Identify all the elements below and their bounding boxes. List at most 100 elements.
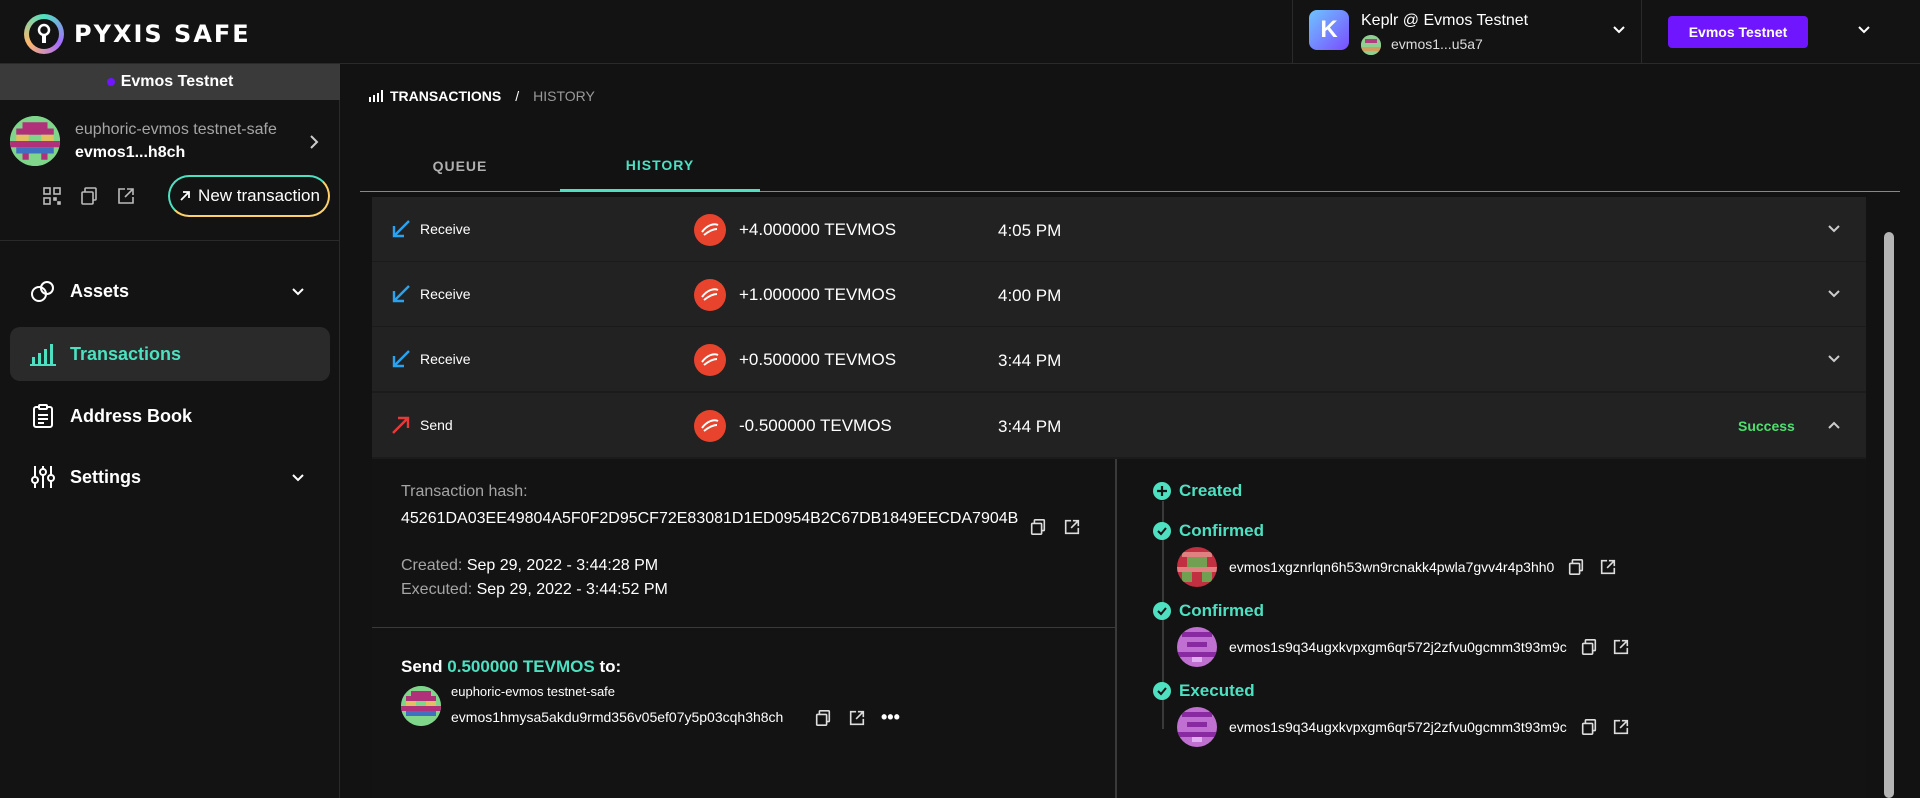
copy-icon[interactable] xyxy=(1579,637,1599,657)
breadcrumb-page: HISTORY xyxy=(533,88,595,104)
external-link-icon[interactable] xyxy=(116,186,136,211)
sidebar-item-label: Settings xyxy=(70,466,142,487)
sidebar-item-label: Assets xyxy=(70,280,130,301)
external-link-icon[interactable] xyxy=(1598,557,1618,577)
sidebar-item-label: Address Book xyxy=(70,405,193,426)
external-link-icon[interactable] xyxy=(1611,637,1631,657)
timeline-label: Created xyxy=(1179,481,1243,500)
copy-icon[interactable] xyxy=(1579,717,1599,737)
qr-code-icon[interactable] xyxy=(42,186,62,211)
transaction-timeline: Created Confirmed evmos1xgznrlqn6h53wn9r… xyxy=(1119,459,1866,798)
safe-avatar xyxy=(10,116,60,166)
sidebar-item-assets[interactable]: Assets xyxy=(10,264,330,318)
timeline-step-created: Created xyxy=(1153,481,1242,501)
safe-name: euphoric-evmos testnet-safe xyxy=(75,121,277,138)
transaction-row[interactable]: Receive +0.500000 TEVMOS 3:44 PM xyxy=(372,327,1866,392)
wallet-name: Keplr @ Evmos Testnet xyxy=(1361,12,1529,29)
tab-queue[interactable]: QUEUE xyxy=(360,140,560,192)
new-transaction-button[interactable]: New transaction xyxy=(168,175,330,217)
top-bar: PYXIS SAFE K Keplr @ Evmos Testnet evmos… xyxy=(0,0,1920,64)
chevron-down-icon[interactable] xyxy=(1611,22,1627,43)
chevron-down-icon[interactable] xyxy=(1856,22,1872,43)
detail-divider xyxy=(372,627,1117,628)
timeline-label: Confirmed xyxy=(1179,521,1264,540)
check-icon xyxy=(1153,602,1171,620)
transaction-detail: Transaction hash: 45261DA03EE49804A5F0F2… xyxy=(372,459,1866,798)
copy-icon[interactable] xyxy=(1028,517,1048,537)
timeline-step-confirmed: Confirmed xyxy=(1153,521,1264,541)
safe-address: evmos1...h8ch xyxy=(75,144,186,161)
transaction-time: 3:44 PM xyxy=(998,417,1062,436)
avatar xyxy=(401,686,441,726)
executed-value: Sep 29, 2022 - 3:44:52 PM xyxy=(476,581,668,598)
transaction-row[interactable]: Receive +1.000000 TEVMOS 4:00 PM xyxy=(372,262,1866,327)
external-link-icon[interactable] xyxy=(1062,517,1082,537)
network-banner: Evmos Testnet xyxy=(0,64,340,100)
tab-history[interactable]: HISTORY xyxy=(560,140,760,192)
transaction-row[interactable]: Receive +4.000000 TEVMOS 4:05 PM xyxy=(372,197,1866,262)
created-time: Created: Sep 29, 2022 - 3:44:28 PM xyxy=(401,557,658,575)
sidebar-item-settings[interactable]: Settings xyxy=(10,450,330,504)
timeline-step-confirmed: Confirmed xyxy=(1153,601,1264,621)
owner-address: evmos1s9q34ugxkvpxgm6qr572j2zfvu0gcmm3t9… xyxy=(1229,639,1567,655)
timeline-label: Executed xyxy=(1179,681,1255,700)
chevron-right-icon[interactable] xyxy=(308,134,320,155)
external-link-icon[interactable] xyxy=(847,708,867,728)
tab-bar: QUEUE HISTORY xyxy=(360,140,1900,192)
created-value: Sep 29, 2022 - 3:44:28 PM xyxy=(466,557,659,574)
sidebar-item-transactions[interactable]: Transactions xyxy=(10,327,330,381)
network-dot-icon xyxy=(106,78,115,86)
created-label: Created: xyxy=(401,557,463,574)
transaction-amount: +4.000000 TEVMOS xyxy=(739,220,897,239)
recipient-address: evmos1hmysa5akdu9rmd356v05ef07y5p03cqh3h… xyxy=(451,709,784,725)
transaction-type: Send xyxy=(420,417,453,433)
external-link-icon[interactable] xyxy=(1611,717,1631,737)
transaction-list: Receive +4.000000 TEVMOS 4:05 PM Receive… xyxy=(372,197,1866,798)
sidebar-item-label: Transactions xyxy=(70,343,182,364)
receive-arrow-icon xyxy=(390,348,412,370)
copy-icon[interactable] xyxy=(1566,557,1586,577)
check-icon xyxy=(1153,682,1171,700)
send-amount: 0.500000 TEVMOS xyxy=(447,657,595,676)
more-options-icon[interactable]: ••• xyxy=(881,707,900,728)
logo[interactable]: PYXIS SAFE xyxy=(24,14,251,54)
transaction-row[interactable]: Send -0.500000 TEVMOS 3:44 PM Success xyxy=(372,393,1866,458)
sidebar: Evmos Testnet euphoric-evmos testnet-saf… xyxy=(0,64,340,798)
breadcrumb-separator: / xyxy=(515,88,520,104)
evmos-token-icon xyxy=(694,410,726,442)
wallet-address: evmos1...u5a7 xyxy=(1391,36,1483,52)
executed-label: Executed: xyxy=(401,581,473,598)
copy-icon[interactable] xyxy=(79,186,99,211)
network-name: Evmos Testnet xyxy=(120,73,234,90)
chevron-down-icon[interactable] xyxy=(1826,286,1842,307)
timeline-owner: evmos1xgznrlqn6h53wn9rcnakk4pwla7gvv4r4p… xyxy=(1177,547,1618,587)
transaction-time: 3:44 PM xyxy=(998,351,1062,370)
transaction-info: Transaction hash: 45261DA03EE49804A5F0F2… xyxy=(372,459,1117,798)
transactions-icon xyxy=(369,90,383,102)
evmos-token-icon xyxy=(694,214,726,246)
chevron-up-icon[interactable] xyxy=(1826,417,1842,438)
wallet-selector[interactable]: K Keplr @ Evmos Testnet evmos1...u5a7 xyxy=(1292,0,1642,64)
avatar xyxy=(1177,707,1217,747)
timeline-label: Confirmed xyxy=(1179,601,1264,620)
sidebar-item-address-book[interactable]: Address Book xyxy=(10,389,330,443)
transaction-type: Receive xyxy=(420,351,471,367)
scrollbar[interactable] xyxy=(1884,232,1894,798)
plus-icon xyxy=(1153,482,1171,500)
transaction-type: Receive xyxy=(420,286,471,302)
chevron-down-icon xyxy=(290,470,306,491)
timeline-owner: evmos1s9q34ugxkvpxgm6qr572j2zfvu0gcmm3t9… xyxy=(1177,707,1631,747)
avatar xyxy=(1177,547,1217,587)
evmos-token-icon xyxy=(694,344,726,376)
chevron-down-icon[interactable] xyxy=(1826,351,1842,372)
address-book-icon xyxy=(30,403,56,429)
network-button[interactable]: Evmos Testnet xyxy=(1668,16,1808,48)
transaction-hash: 45261DA03EE49804A5F0F2D95CF72E83081D1ED0… xyxy=(401,510,1019,527)
transaction-amount: +1.000000 TEVMOS xyxy=(739,285,897,304)
timeline-step-executed: Executed xyxy=(1153,681,1255,701)
check-icon xyxy=(1153,522,1171,540)
chevron-down-icon[interactable] xyxy=(1826,221,1842,242)
copy-icon[interactable] xyxy=(813,708,833,728)
transaction-time: 4:00 PM xyxy=(998,286,1062,305)
breadcrumb-section[interactable]: TRANSACTIONS xyxy=(390,88,501,104)
